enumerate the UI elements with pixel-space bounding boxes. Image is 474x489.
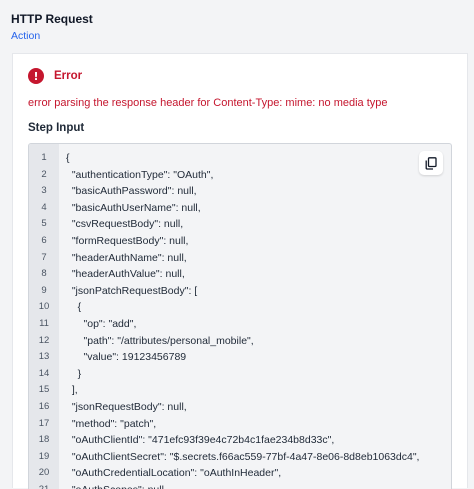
line-number: 12 bbox=[38, 334, 50, 346]
copy-icon bbox=[425, 156, 437, 170]
line-number: 14 bbox=[38, 367, 50, 379]
line-number: 18 bbox=[38, 434, 50, 446]
code-line-text: "csvRequestBody": null, bbox=[66, 218, 184, 231]
code-line: 7 "headerAuthName": null, bbox=[29, 250, 419, 267]
code-line: 12 "path": "/attributes/personal_mobile"… bbox=[29, 333, 419, 350]
code-lines: 1{2 "authenticationType": "OAuth", 3 "bas… bbox=[29, 150, 420, 489]
code-line: 3 "basicAuthPassword": null, bbox=[29, 183, 419, 200]
code-line: 15 ], bbox=[29, 382, 419, 399]
code-line-text: "op": "add", bbox=[66, 317, 137, 330]
line-number: 20 bbox=[38, 467, 50, 479]
line-number: 5 bbox=[41, 218, 47, 230]
code-line-text: "basicAuthPassword": null, bbox=[66, 185, 197, 198]
code-line: 19 "oAuthClientSecret": "$.secrets.f66ac… bbox=[29, 449, 420, 466]
step-input-label: Step Input bbox=[28, 122, 85, 134]
code-line: 1{ bbox=[29, 150, 419, 167]
exclamation-circle-icon: ! bbox=[28, 68, 44, 84]
code-line-text: "authenticationType": "OAuth", bbox=[66, 168, 214, 181]
line-number: 19 bbox=[38, 450, 50, 462]
line-number: 1 bbox=[41, 152, 47, 163]
code-line-text: ], bbox=[66, 384, 78, 397]
line-number: 7 bbox=[41, 251, 47, 263]
code-line: 14 } bbox=[29, 366, 419, 383]
code-line: 16 "jsonRequestBody": null, bbox=[29, 399, 419, 416]
code-line-text: "method": "patch", bbox=[66, 417, 157, 430]
code-line-text: "oAuthClientId": "471efc93f39e4c72b4c1fa… bbox=[66, 434, 335, 447]
code-line: 10 { bbox=[29, 299, 419, 316]
code-line-text: "headerAuthValue": null, bbox=[66, 268, 185, 281]
code-line: 8 "headerAuthValue": null, bbox=[29, 266, 419, 283]
code-line-text: "basicAuthUserName": null, bbox=[66, 201, 201, 214]
line-number: 3 bbox=[41, 185, 47, 197]
line-number: 11 bbox=[39, 317, 49, 329]
code-line: 9 "jsonPatchRequestBody": [ bbox=[29, 283, 419, 300]
code-line: 4 "basicAuthUserName": null, bbox=[29, 200, 419, 217]
code-line-text: { bbox=[66, 301, 82, 314]
code-line: 18 "oAuthClientId": "471efc93f39e4c72b4c… bbox=[29, 432, 419, 449]
code-line: 13 "value": 19123456789 bbox=[29, 349, 419, 366]
code-line-text: "oAuthClientSecret": "$.secrets.f66ac559… bbox=[66, 450, 420, 463]
line-number: 9 bbox=[41, 284, 47, 296]
line-number: 16 bbox=[38, 400, 50, 412]
error-title: Error bbox=[54, 70, 83, 82]
line-number: 2 bbox=[41, 168, 47, 180]
code-line-text: "headerAuthName": null, bbox=[66, 251, 187, 264]
line-number: 13 bbox=[38, 351, 50, 363]
page-header: HTTP Request Action bbox=[0, 0, 474, 50]
copy-button[interactable] bbox=[419, 151, 443, 175]
code-line-text: "value": 19123456789 bbox=[66, 351, 187, 364]
line-number: 4 bbox=[41, 201, 47, 213]
line-number: 6 bbox=[41, 234, 47, 246]
line-number: 8 bbox=[41, 268, 47, 280]
code-line: 20 "oAuthCredentialLocation": "oAuthInHe… bbox=[29, 465, 419, 482]
code-line-text: "path": "/attributes/personal_mobile", bbox=[66, 334, 254, 347]
code-line-text: { bbox=[66, 152, 70, 164]
code-line: 11 "op": "add", bbox=[29, 316, 419, 333]
error-message: error parsing the response header for Co… bbox=[28, 97, 388, 109]
code-line: 5 "csvRequestBody": null, bbox=[29, 216, 419, 233]
code-line-text: } bbox=[66, 367, 82, 380]
page-subtitle: Action bbox=[11, 30, 41, 42]
step-detail-panel: ! Error error parsing the response heade… bbox=[12, 53, 468, 489]
error-header: ! Error bbox=[28, 68, 82, 84]
step-input-code-viewer[interactable]: 1{2 "authenticationType": "OAuth", 3 "bas… bbox=[28, 143, 452, 489]
page-title: HTTP Request bbox=[11, 12, 93, 26]
line-number: 10 bbox=[38, 301, 50, 313]
line-number: 15 bbox=[38, 384, 50, 396]
code-line: 17 "method": "patch", bbox=[29, 416, 419, 433]
code-line-text: "jsonRequestBody": null, bbox=[66, 400, 187, 413]
code-line-text: "formRequestBody": null, bbox=[66, 234, 189, 247]
code-line-text: "jsonPatchRequestBody": [ bbox=[66, 284, 198, 297]
code-line: 6 "formRequestBody": null, bbox=[29, 233, 419, 250]
line-number: 17 bbox=[38, 417, 50, 429]
code-line-text: "oAuthCredentialLocation": "oAuthInHeade… bbox=[66, 467, 282, 480]
code-line: 2 "authenticationType": "OAuth", bbox=[29, 167, 419, 184]
